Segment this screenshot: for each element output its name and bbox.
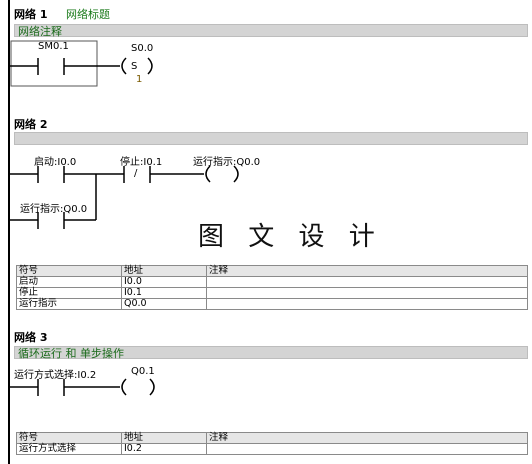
negate-symbol: / [134,168,138,179]
network-3-comment[interactable]: 循环运行 和 单步操作 [14,346,528,360]
table-row[interactable]: 运行方式选择 I0.2 [16,443,528,455]
column-header-comment: 注释 [206,265,528,277]
column-header-symbol: 符号 [16,265,122,277]
table-row[interactable]: 停止 I0.1 [16,287,528,299]
coil-s00-left [121,57,127,75]
coil-run [205,165,211,183]
table-row[interactable]: 运行指示 Q0.0 [16,298,528,310]
watermark-text: 图 文 设 计 [198,222,383,252]
column-header-symbol: 符号 [16,432,122,444]
coil-q01 [121,378,127,396]
column-header-comment: 注释 [206,432,528,444]
network-2-title: 网络 2 [14,118,48,131]
network-3-title: 网络 3 [14,331,48,344]
contact-hold-label: 运行指示:Q0.0 [20,204,88,215]
coil-s00-right [147,57,153,75]
network-2-comment[interactable] [14,132,528,145]
coil-q01-label: Q0.1 [131,366,155,377]
symbol-table-network-2: 符号 地址 注释 启动 I0.0 停止 I0.1 运行指示 Q0.0 [16,265,528,310]
column-header-address: 地址 [121,432,207,444]
contact-selection-box [10,40,98,87]
table-row[interactable]: 启动 I0.0 [16,276,528,288]
contact-stop-label: 停止:I0.1 [120,157,163,168]
symbol-table-network-3: 符号 地址 注释 运行方式选择 I0.2 [16,432,528,455]
column-header-address: 地址 [121,265,207,277]
contact-start-label: 启动:I0.0 [34,157,77,168]
contact-mode-label: 运行方式选择:I0.2 [14,370,97,381]
coil-run-label: 运行指示:Q0.0 [193,157,261,168]
